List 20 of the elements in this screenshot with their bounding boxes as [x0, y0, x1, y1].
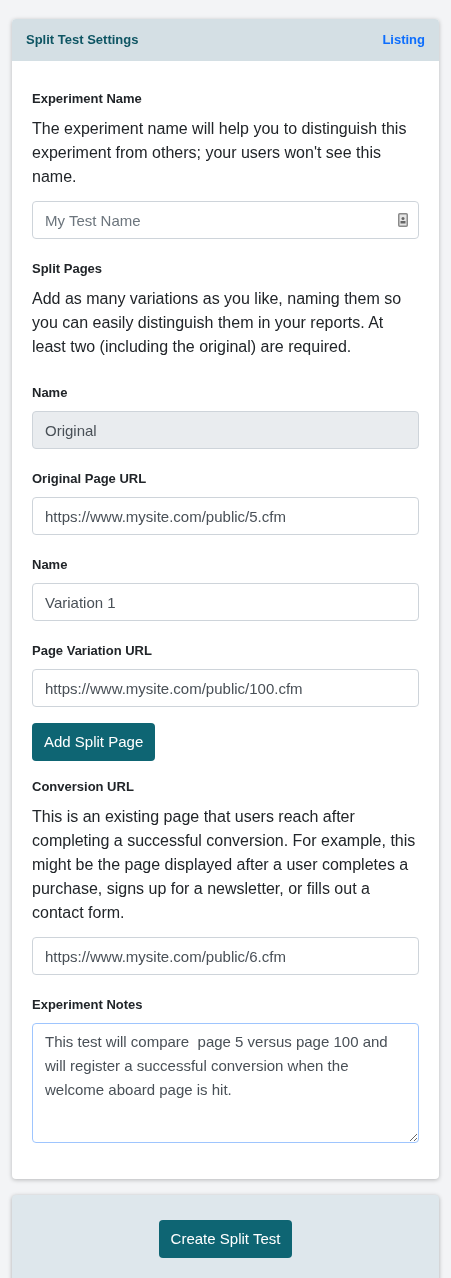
- help-text: Add as many variations as you like, naming them so you can easily distinguish them in your reports. At least two (including the original) are required.: [32, 289, 403, 357]
- field-label: Experiment Name: [32, 90, 143, 108]
- notes-field[interactable]: This test will compare page 5 versus page 100 and will register a successful conversion when the welcome aboard page is hit.: [32, 1023, 419, 1143]
- field-label: Experiment Notes: [32, 996, 144, 1014]
- text-field[interactable]: https://www.mysite.com/public/5.cfm: [32, 497, 419, 535]
- panel-title: Split Test Settings: [26, 31, 139, 50]
- field-label: Page Variation URL: [32, 642, 153, 660]
- text-field[interactable]: Variation 1: [32, 583, 419, 621]
- help-text: This is an existing page that users reach after completing a successful conversion. For example, this might be the page displayed after a user completes a purchase, signs up for a newsletter, or fills out a contact form.: [32, 807, 417, 923]
- create-split-test-button[interactable]: Create Split Test: [158, 1220, 293, 1258]
- field-label: Name: [32, 556, 69, 574]
- field-label: Name: [32, 384, 69, 402]
- field-label: Original Page URL: [32, 470, 148, 488]
- help-text: The experiment name will help you to distinguish this experiment from others; your users won't see this name.: [32, 119, 408, 187]
- field-label: Split Pages: [32, 260, 104, 278]
- add-split-page-button[interactable]: Add Split Page: [32, 723, 156, 761]
- text-field[interactable]: https://www.mysite.com/public/100.cfm: [32, 669, 419, 707]
- text-field[interactable]: My Test Name: [32, 201, 419, 239]
- text-field[interactable]: https://www.mysite.com/public/6.cfm: [32, 937, 419, 975]
- field-label: Conversion URL: [32, 778, 135, 796]
